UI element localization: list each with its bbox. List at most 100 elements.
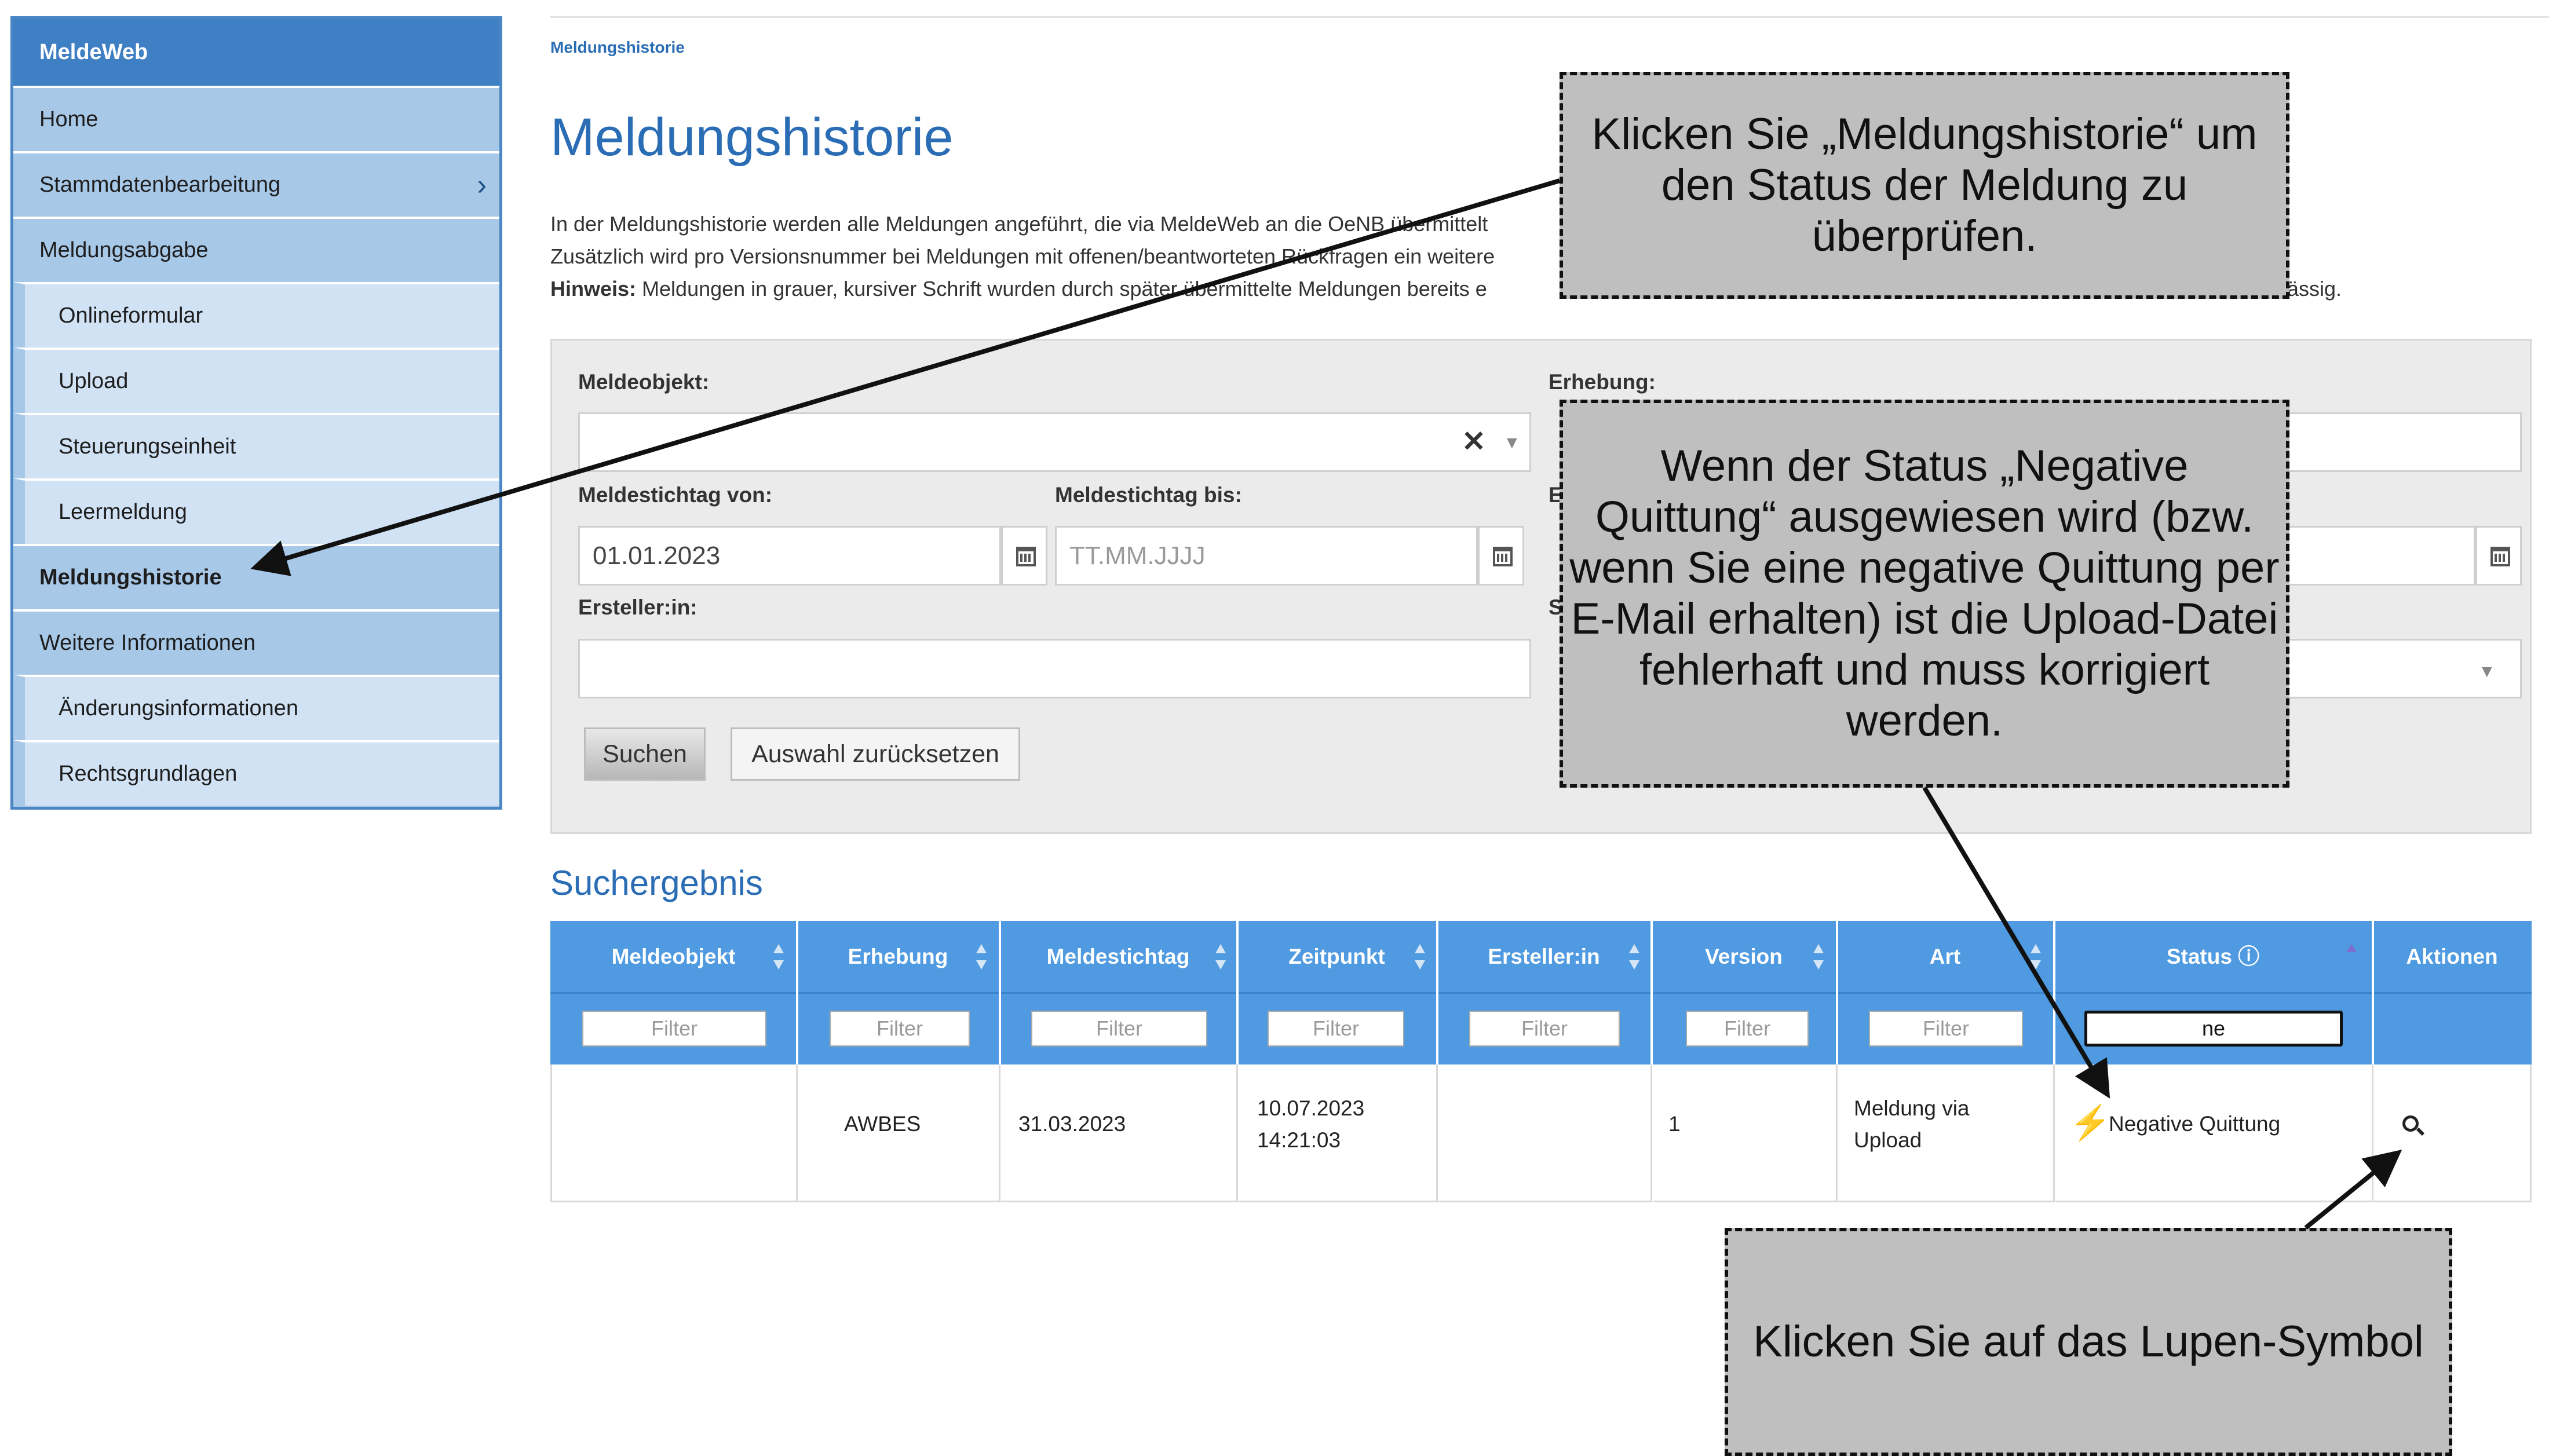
cell-zeitpunkt-date: 10.07.2023 xyxy=(1257,1096,1365,1120)
column-header-ersteller[interactable]: Ersteller:in xyxy=(1437,921,1651,992)
search-button[interactable]: Suchen xyxy=(584,727,706,781)
meldestichtag-bis-input[interactable]: TT.MM.JJJJ xyxy=(1055,526,1478,586)
calendar-icon[interactable] xyxy=(1001,526,1047,586)
cell-divider xyxy=(796,1064,798,1202)
column-header-meldestichtag[interactable]: Meldestichtag xyxy=(999,921,1237,992)
intro-line-3-tail: lässig. xyxy=(2283,277,2342,301)
intro-line-1: In der Meldungshistorie werden alle Meld… xyxy=(550,212,1488,236)
results-table: Meldeobjekt Erhebung Meldestichtag Zeitp… xyxy=(550,921,2532,1202)
chevron-right-icon: › xyxy=(477,169,487,201)
cell-divider xyxy=(999,1064,1000,1202)
cell-divider xyxy=(1836,1064,1838,1202)
cell-erhebung: AWBES xyxy=(844,1112,921,1136)
sidebar-item-leermeldung[interactable]: Leermeldung xyxy=(13,478,499,544)
cell-divider xyxy=(1650,1064,1652,1202)
sidebar-item-weitere-informationen[interactable]: Weitere Informationen xyxy=(13,609,499,675)
clear-icon[interactable]: ✕ xyxy=(1462,425,1486,458)
hint-text: Meldungen in grauer, kursiver Schrift wu… xyxy=(642,277,1487,301)
sidebar-item-rechtsgrundlagen[interactable]: Rechtsgrundlagen xyxy=(13,740,499,806)
cell-divider xyxy=(1236,1064,1238,1202)
filter-input-meldeobjekt[interactable]: Filter xyxy=(582,1011,766,1047)
results-heading: Suchergebnis xyxy=(550,864,763,902)
filter-input-zeitpunkt[interactable]: Filter xyxy=(1268,1011,1404,1047)
sort-icon[interactable] xyxy=(1629,944,1639,970)
meldestichtag-bis-label: Meldestichtag bis: xyxy=(1055,483,1242,507)
sidebar-item-onlineformular[interactable]: Onlineformular xyxy=(13,282,499,347)
column-header-status[interactable]: Status ⓘ xyxy=(2054,921,2372,992)
sidebar-item-label: Onlineformular xyxy=(59,303,203,328)
page-title: Meldungshistorie xyxy=(550,108,954,167)
calendar-icon[interactable] xyxy=(2475,526,2522,586)
sidebar-nav: MeldeWeb Home Stammdatenbearbeitung › Mel… xyxy=(10,16,502,810)
sidebar-title[interactable]: MeldeWeb xyxy=(13,19,499,86)
filter-input-ersteller[interactable]: Filter xyxy=(1469,1011,1620,1047)
erhebung-label: Erhebung: xyxy=(1549,370,1656,394)
info-icon[interactable]: ⓘ xyxy=(2238,945,2259,968)
column-header-erhebung[interactable]: Erhebung xyxy=(797,921,999,992)
cell-art-line-1: Meldung via xyxy=(1854,1096,1970,1120)
filter-input-meldestichtag[interactable]: Filter xyxy=(1031,1011,1207,1047)
sidebar-item-label: Steuerungseinheit xyxy=(59,434,236,459)
sidebar-item-label: Meldungsabgabe xyxy=(39,238,209,262)
cell-status: Negative Quittung xyxy=(2109,1112,2281,1136)
column-header-meldeobjekt[interactable]: Meldeobjekt xyxy=(550,921,797,992)
ersteller-input[interactable] xyxy=(578,639,1531,698)
sidebar-item-label: Upload xyxy=(59,369,129,393)
cell-divider xyxy=(2372,1064,2373,1202)
sidebar-item-label: Leermeldung xyxy=(59,500,187,524)
cell-zeitpunkt-time: 14:21:03 xyxy=(1257,1128,1341,1152)
sort-icon[interactable] xyxy=(1813,944,1824,970)
cell-divider xyxy=(1436,1064,1438,1202)
column-header-status-label: Status xyxy=(2166,945,2232,968)
sidebar-item-meldungshistorie[interactable]: Meldungshistorie xyxy=(13,544,499,609)
sidebar-item-upload[interactable]: Upload xyxy=(13,347,499,413)
magnifier-icon[interactable] xyxy=(2402,1115,2419,1132)
sort-icon[interactable] xyxy=(976,944,987,970)
sort-icon[interactable] xyxy=(1415,944,1425,970)
sidebar-item-steuerungseinheit[interactable]: Steuerungseinheit xyxy=(13,413,499,478)
sidebar-item-aenderungsinformationen[interactable]: Änderungsinformationen xyxy=(13,675,499,740)
meldestichtag-von-label: Meldestichtag von: xyxy=(578,483,773,507)
meldeobjekt-select[interactable] xyxy=(578,412,1531,472)
column-header-art[interactable]: Art xyxy=(1836,921,2054,992)
sort-icon[interactable] xyxy=(1215,944,1226,970)
sidebar-item-stammdatenbearbeitung[interactable]: Stammdatenbearbeitung › xyxy=(13,151,499,217)
cell-version: 1 xyxy=(1668,1112,1681,1136)
filter-input-erhebung[interactable]: Filter xyxy=(830,1011,970,1047)
cell-art-line-2: Upload xyxy=(1854,1128,1922,1152)
meldestichtag-von-input[interactable]: 01.01.2023 xyxy=(578,526,1001,586)
cell-divider xyxy=(2053,1064,2055,1202)
callout-meldungshistorie: Klicken Sie „Meldungshistorie“ um den St… xyxy=(1560,72,2289,299)
hint-label: Hinweis: xyxy=(550,277,637,301)
lightning-icon: ⚡ xyxy=(2069,1104,2112,1142)
chevron-down-icon[interactable]: ▼ xyxy=(1503,433,1521,453)
sidebar-item-meldungsabgabe[interactable]: Meldungsabgabe xyxy=(13,217,499,282)
top-divider xyxy=(550,16,2549,18)
callout-lupen-symbol: Klicken Sie auf das Lupen-Symbol xyxy=(1725,1228,2452,1456)
sidebar-item-label: Änderungsinformationen xyxy=(59,696,299,720)
sidebar-item-label: Weitere Informationen xyxy=(39,631,256,655)
intro-line-3: Hinweis: Meldungen in grauer, kursiver S… xyxy=(550,277,1487,301)
filter-input-version[interactable]: Filter xyxy=(1686,1011,1809,1047)
sort-ascending-icon[interactable] xyxy=(2346,944,2357,952)
ersteller-label: Ersteller:in: xyxy=(578,595,697,619)
sidebar-item-label: Stammdatenbearbeitung xyxy=(39,173,281,197)
meldeobjekt-label: Meldeobjekt: xyxy=(578,370,710,394)
sort-icon[interactable] xyxy=(773,944,784,970)
filter-input-art[interactable]: Filter xyxy=(1869,1011,2023,1047)
column-header-zeitpunkt[interactable]: Zeitpunkt xyxy=(1237,921,1437,992)
sidebar-item-label: Meldungshistorie xyxy=(39,565,222,590)
calendar-icon[interactable] xyxy=(1478,526,1524,586)
reset-button[interactable]: Auswahl zurücksetzen xyxy=(731,727,1020,781)
sidebar-item-label: Rechtsgrundlagen xyxy=(59,762,238,786)
sidebar-item-label: Home xyxy=(39,107,98,131)
column-header-version[interactable]: Version xyxy=(1651,921,1836,992)
filter-input-status[interactable]: ne xyxy=(2084,1011,2343,1047)
callout-negative-quittung: Wenn der Status „Negative Quittung“ ausg… xyxy=(1560,400,2289,788)
chevron-down-icon[interactable]: ▼ xyxy=(2478,662,2496,682)
intro-line-2: Zusätzlich wird pro Versionsnummer bei M… xyxy=(550,244,1495,268)
cell-meldestichtag: 31.03.2023 xyxy=(1018,1112,1126,1136)
sidebar-item-home[interactable]: Home xyxy=(13,86,499,151)
sort-icon[interactable] xyxy=(2031,944,2041,970)
breadcrumb[interactable]: Meldungshistorie xyxy=(550,38,685,57)
